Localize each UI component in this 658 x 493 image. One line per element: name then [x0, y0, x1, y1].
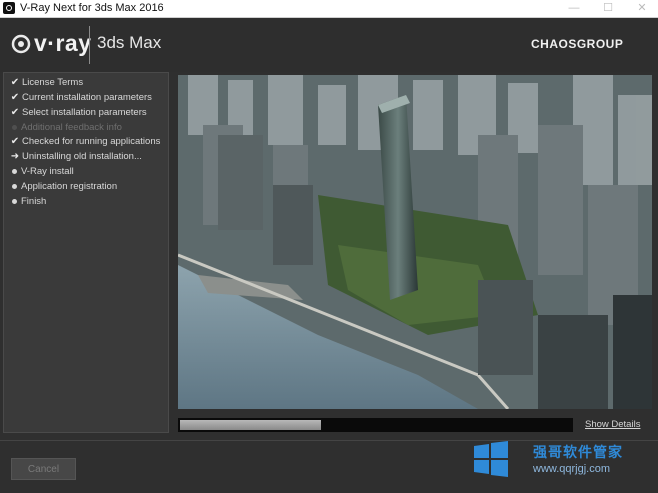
- installer-preview-image: [178, 75, 652, 409]
- city-aerial-illustration: [178, 75, 652, 409]
- checkmark-icon: ✔: [10, 136, 20, 147]
- footer-divider: [0, 440, 658, 441]
- arrow-right-icon: ➜: [10, 151, 20, 162]
- step-label: Finish: [21, 196, 47, 207]
- step-select-installation-parameters: ✔ Select installation parameters: [8, 106, 147, 120]
- step-current-installation-parameters: ✔ Current installation parameters: [8, 91, 152, 105]
- checkmark-icon: ✔: [10, 77, 20, 88]
- bullet-icon: [12, 168, 17, 174]
- maximize-button[interactable]: ☐: [594, 0, 622, 17]
- step-label: V-Ray install: [21, 166, 74, 177]
- watermark-title: 强哥软件管家: [533, 444, 623, 460]
- step-label: Current installation parameters: [22, 92, 152, 103]
- step-label: Select installation parameters: [22, 107, 147, 118]
- step-label: Checked for running applications: [22, 136, 161, 147]
- step-label: Additional feedback info: [21, 122, 122, 133]
- step-finish: Finish: [8, 195, 46, 209]
- close-button[interactable]: ✕: [628, 0, 656, 17]
- product-name: 3ds Max: [97, 33, 162, 52]
- app-icon: [3, 2, 15, 14]
- bullet-icon: [12, 124, 17, 130]
- step-uninstalling-old-installation: ➜ Uninstalling old installation...: [8, 150, 142, 164]
- vray-logo-icon: [11, 34, 31, 54]
- step-license-terms: ✔ License Terms: [8, 76, 83, 90]
- step-checked-running-applications: ✔ Checked for running applications: [8, 135, 161, 149]
- installer-header: v·ray 3ds Max CHAOSGROUP: [0, 18, 658, 72]
- watermark-url: www.qqrjgj.com: [533, 463, 611, 475]
- install-progress-bar: [178, 418, 573, 432]
- vendor-logo: CHAOSGROUP: [531, 37, 624, 51]
- installation-steps-panel: ✔ License Terms ✔ Current installation par…: [3, 72, 169, 433]
- minimize-button[interactable]: —: [560, 0, 588, 17]
- step-label: License Terms: [22, 77, 84, 88]
- windows-logo-icon: [474, 441, 508, 477]
- step-application-registration: Application registration: [8, 180, 117, 194]
- step-label: Application registration: [21, 181, 118, 192]
- progress-fill: [180, 420, 321, 430]
- header-divider: [89, 26, 90, 64]
- step-vray-install: V-Ray install: [8, 165, 74, 179]
- title-bar: V-Ray Next for 3ds Max 2016 — ☐ ✕: [0, 0, 658, 18]
- show-details-link[interactable]: Show Details: [585, 419, 640, 430]
- checkmark-icon: ✔: [10, 107, 20, 118]
- checkmark-icon: ✔: [10, 92, 20, 103]
- step-label: Uninstalling old installation...: [22, 151, 142, 162]
- cancel-button[interactable]: Cancel: [11, 458, 76, 480]
- step-additional-feedback-info: Additional feedback info: [8, 121, 122, 135]
- window-title: V-Ray Next for 3ds Max 2016: [20, 2, 164, 14]
- brand-name: v·ray: [34, 30, 92, 56]
- bullet-icon: [12, 183, 17, 189]
- bullet-icon: [12, 198, 17, 204]
